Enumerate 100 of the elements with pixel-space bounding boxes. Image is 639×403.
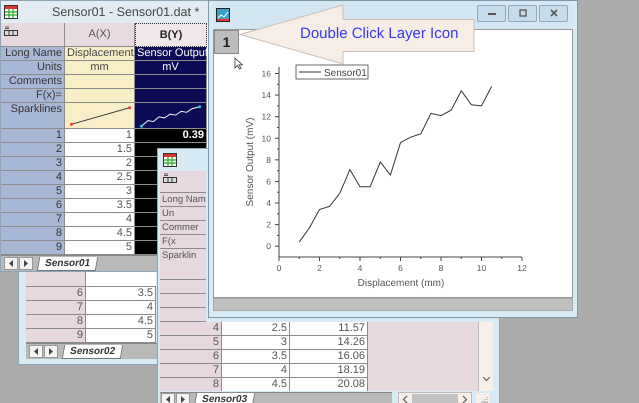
maximize-button[interactable] xyxy=(508,4,537,22)
table-cell: 3.5 xyxy=(222,350,290,364)
x-tick-label: 8 xyxy=(438,263,444,273)
table-cell: 3 xyxy=(65,185,135,199)
x-tick-label: 12 xyxy=(517,263,527,273)
scroll-left-icon[interactable] xyxy=(29,345,43,358)
row-label: Long Nam xyxy=(160,193,206,207)
sheet-tab[interactable]: Sensor03 xyxy=(194,392,256,403)
y-tick-label: 16 xyxy=(262,68,271,78)
sheet-tab[interactable]: Sensor01 xyxy=(36,256,98,270)
table-cell: 4.5 xyxy=(222,378,290,391)
row-number[interactable]: 6 xyxy=(26,287,86,301)
y-tick-label: 2 xyxy=(266,220,271,230)
column-header[interactable]: A(X) xyxy=(65,23,135,47)
table-cell xyxy=(135,75,207,89)
y-axis-title: Sensor Output (mV) xyxy=(245,118,256,206)
table-cell: 4 xyxy=(86,301,156,315)
row-number[interactable]: 5 xyxy=(1,185,65,199)
row-label: Un xyxy=(160,207,206,221)
grid-icon[interactable] xyxy=(4,26,18,36)
table-cell: mV xyxy=(135,61,207,75)
graph-icon[interactable] xyxy=(216,8,230,22)
row-label: Long Name xyxy=(1,47,65,61)
table-cell: Sensor Output xyxy=(135,47,207,61)
row-label: Sparklin xyxy=(160,249,206,280)
scroll-left-icon[interactable] xyxy=(4,257,18,270)
row-number[interactable]: 4 xyxy=(1,171,65,185)
table-cell: 4.5 xyxy=(86,315,156,329)
legend-label: Sensor01 xyxy=(324,68,367,79)
table-cell: 11.57 xyxy=(290,322,368,336)
table-cell: 5 xyxy=(86,329,156,343)
x-axis-title: Displacement (mm) xyxy=(358,278,444,289)
row-number[interactable]: 6 xyxy=(1,199,65,213)
table-cell: 1 xyxy=(65,129,135,143)
worksheet-icon[interactable] xyxy=(163,153,177,167)
window-title: Sensor01 - Sensor01.dat * xyxy=(52,5,200,19)
y-tick-label: 0 xyxy=(266,241,271,252)
sheet-tab[interactable]: Sensor02 xyxy=(62,344,124,358)
horizontal-scrollbar[interactable] xyxy=(398,392,472,403)
scroll-right-icon[interactable] xyxy=(176,393,190,403)
row-number[interactable]: 7 xyxy=(1,213,65,227)
table-cell: 16.06 xyxy=(290,350,368,364)
table-cell: 5 xyxy=(65,241,135,255)
callout-text: Double Click Layer Icon xyxy=(300,25,458,42)
table-cell: 4 xyxy=(222,364,290,378)
maximize-icon xyxy=(516,9,528,17)
x-tick-label: 2 xyxy=(317,263,322,273)
scroll-left-icon[interactable] xyxy=(161,393,175,403)
table-cell: 3 xyxy=(222,336,290,350)
row-number[interactable]: 5 xyxy=(160,336,222,350)
grid-icon[interactable] xyxy=(163,173,177,183)
x-tick-label: 4 xyxy=(358,263,362,273)
y-tick-label: 10 xyxy=(262,133,271,144)
minimize-button[interactable] xyxy=(477,4,506,22)
table-cell: 0.39 xyxy=(135,129,207,143)
y-tick-label: 12 xyxy=(262,112,271,122)
worksheet-icon[interactable] xyxy=(4,5,18,19)
vertical-scrollbar[interactable] xyxy=(478,322,493,391)
table-cell: 2.5 xyxy=(222,322,290,336)
table-cell: 2 xyxy=(65,157,135,171)
table-cell: 20.08 xyxy=(290,378,368,391)
table-cell: 3.5 xyxy=(86,287,156,301)
row-number[interactable]: 4 xyxy=(160,322,222,336)
table-cell: 4 xyxy=(65,213,135,227)
row-number[interactable]: 8 xyxy=(160,378,222,391)
table-cell: 2.5 xyxy=(65,171,135,185)
row-number[interactable]: 8 xyxy=(26,315,86,329)
row-label: F(x)= xyxy=(1,89,65,103)
y-tick-label: 8 xyxy=(266,154,271,165)
row-label: Units xyxy=(1,61,65,75)
row-number[interactable]: 7 xyxy=(160,364,222,378)
close-icon xyxy=(548,9,560,17)
row-number[interactable]: 6 xyxy=(160,350,222,364)
close-button[interactable] xyxy=(539,4,568,22)
row-number[interactable]: 3 xyxy=(1,157,65,171)
scroll-right-icon[interactable] xyxy=(44,345,58,358)
row-label: Commer xyxy=(160,221,206,235)
row-number[interactable]: 8 xyxy=(1,227,65,241)
cursor-icon xyxy=(234,57,243,70)
row-number[interactable]: 7 xyxy=(26,301,86,315)
x-tick-label: 6 xyxy=(398,263,403,273)
chevron-left-icon[interactable] xyxy=(402,394,408,403)
chevron-right-icon[interactable] xyxy=(462,394,468,403)
table-cell: 18.19 xyxy=(290,364,368,378)
row-number[interactable]: 9 xyxy=(26,329,86,343)
table-cell: 1.5 xyxy=(65,143,135,157)
scroll-right-icon[interactable] xyxy=(19,257,33,270)
scrollbar-thumb[interactable] xyxy=(412,394,458,403)
chevron-down-icon[interactable] xyxy=(482,376,490,382)
resize-grip-icon[interactable] xyxy=(476,393,490,403)
layer-button[interactable]: 1 xyxy=(214,30,239,54)
table-cell: mm xyxy=(65,61,135,75)
table-cell: 4.5 xyxy=(65,227,135,241)
column-header[interactable]: B(Y) xyxy=(135,23,207,47)
row-number[interactable]: 2 xyxy=(1,143,65,157)
row-number[interactable]: 1 xyxy=(1,129,65,143)
row-number[interactable]: 9 xyxy=(1,241,65,255)
row-label: Sparklines xyxy=(1,103,65,129)
x-tick-label: 0 xyxy=(276,263,282,273)
y-tick-label: 14 xyxy=(262,90,271,100)
